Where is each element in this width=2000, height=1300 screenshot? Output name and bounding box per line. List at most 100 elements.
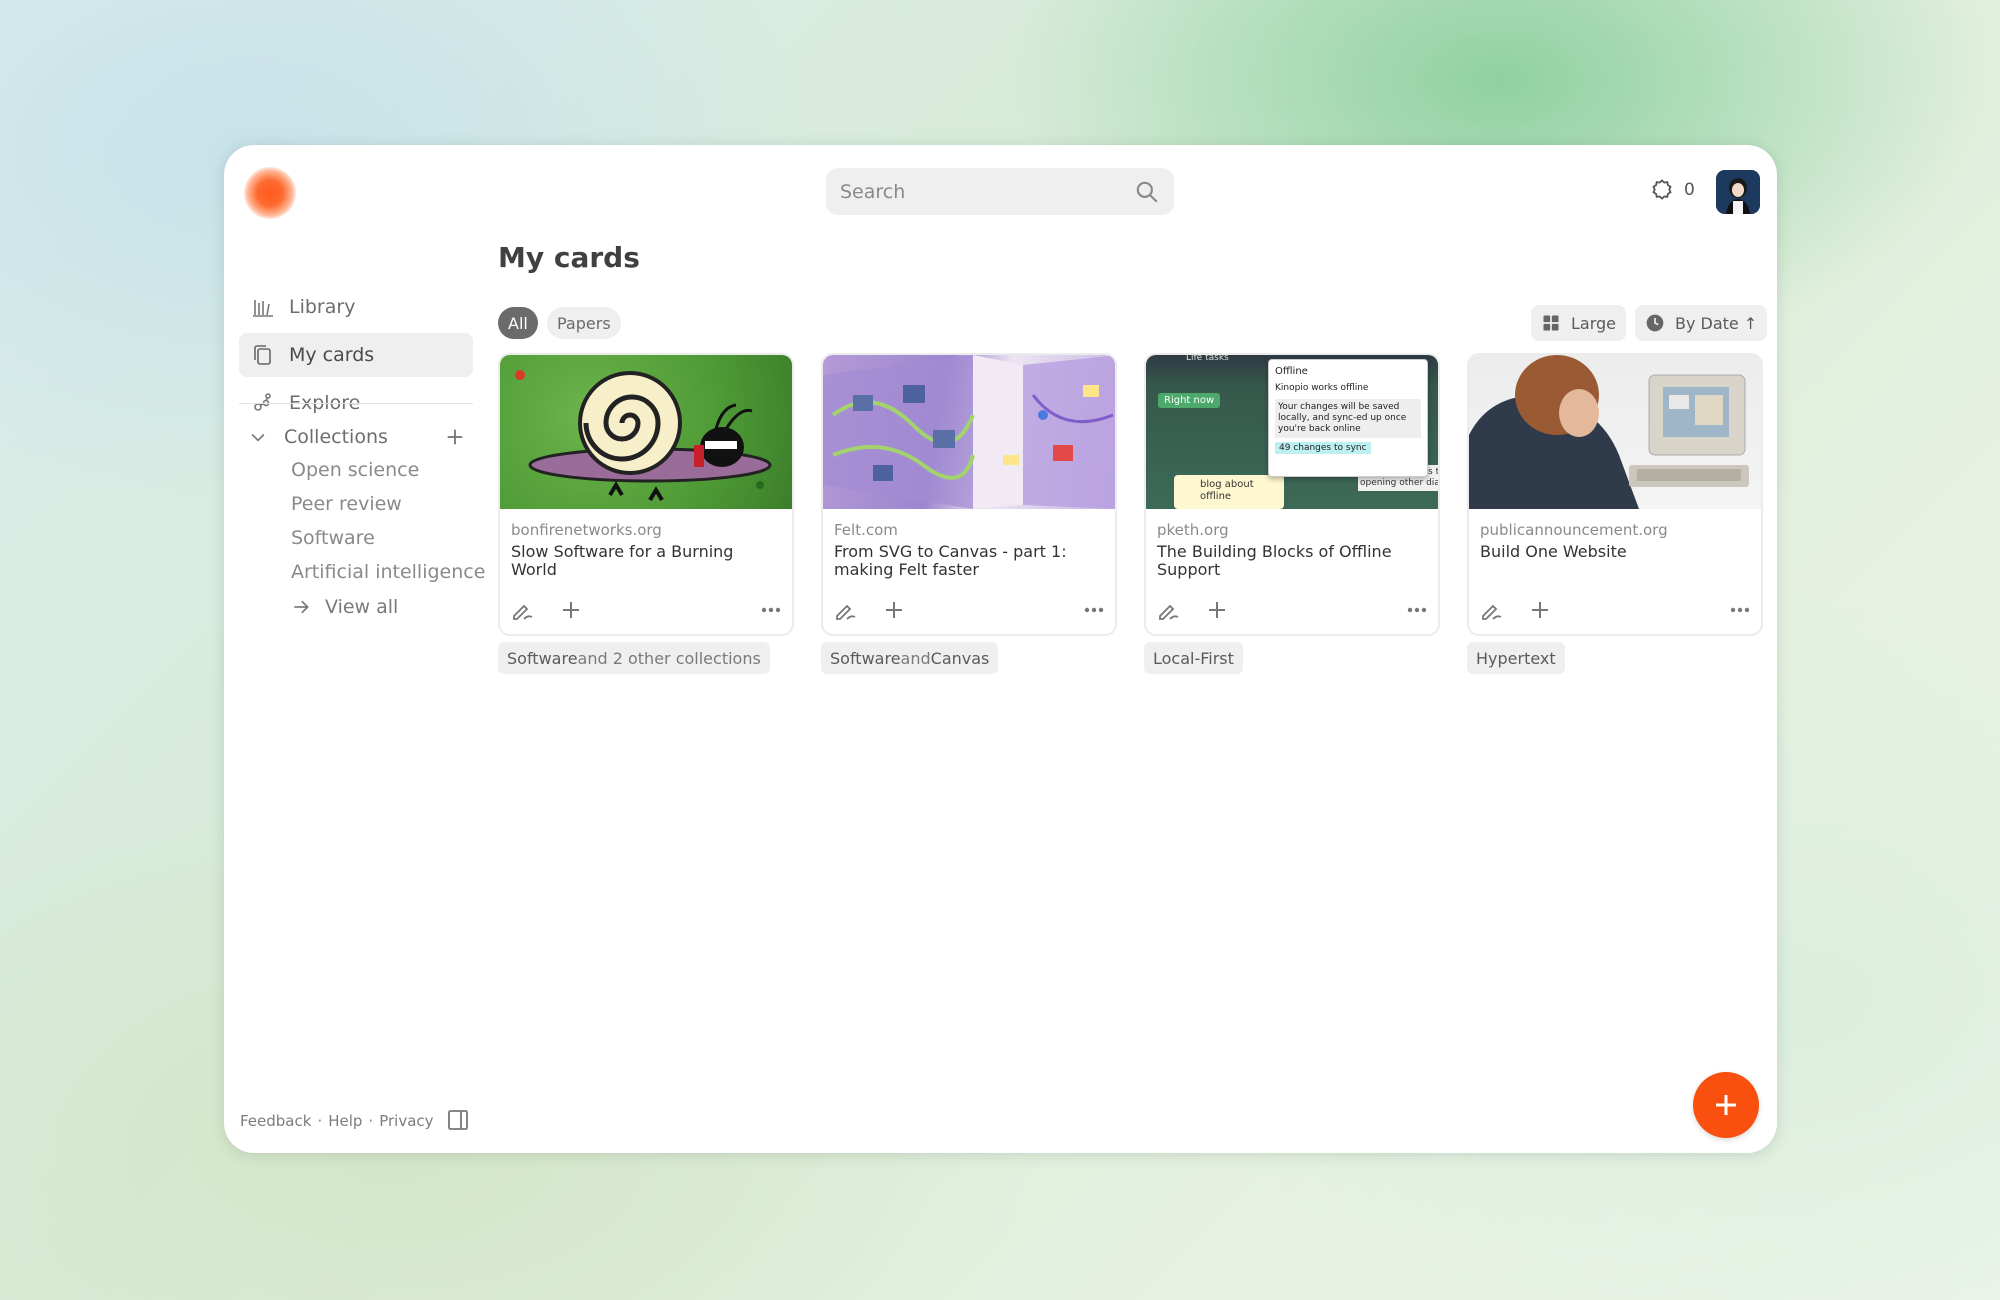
more-icon[interactable] (1404, 597, 1430, 623)
card-item[interactable]: Right now Life tasks blog about offline … (1144, 353, 1440, 636)
view-all-label: View all (325, 596, 399, 618)
notifications-button[interactable]: 0 (1650, 178, 1695, 202)
tag-primary: Software (830, 648, 901, 668)
card-collections-tag[interactable]: Software and Canvas (821, 642, 999, 674)
view-size-button[interactable]: Large (1531, 305, 1627, 341)
search-input[interactable] (840, 180, 1134, 203)
tag-primary: Hypertext (1476, 648, 1556, 668)
card-actions (510, 595, 784, 625)
card-title: From SVG to Canvas - part 1: making Felt… (834, 542, 1067, 579)
card-collections-tag[interactable]: Local-First (1144, 642, 1243, 674)
collection-item[interactable]: Software (291, 527, 375, 549)
more-icon[interactable] (1081, 597, 1107, 623)
annotate-icon[interactable] (833, 597, 859, 623)
cards-icon (254, 345, 271, 365)
chevron-down-icon[interactable] (248, 427, 268, 447)
app-logo[interactable] (244, 167, 296, 219)
clock-icon (1646, 314, 1664, 332)
map-illustration (823, 355, 1115, 509)
card-domain: publicannouncement.org (1480, 521, 1668, 539)
toggle-sidebar-icon[interactable] (446, 1108, 470, 1132)
card-actions (1156, 595, 1430, 625)
card-collections-tag[interactable]: Hypertext (1467, 642, 1565, 674)
card-title: The Building Blocks of Offline Support (1157, 542, 1392, 579)
card-item[interactable]: Felt.com From SVG to Canvas - part 1: ma… (821, 353, 1117, 636)
annotate-icon[interactable] (510, 597, 536, 623)
offline-popup: Offline Kinopio works offline Your chang… (1268, 359, 1428, 477)
avatar[interactable] (1716, 170, 1760, 214)
filter-chip-papers[interactable]: Papers (547, 307, 621, 339)
card-title: Build One Website (1480, 542, 1627, 561)
add-icon[interactable] (558, 597, 584, 623)
sidebar-item-my-cards[interactable]: My cards (239, 333, 473, 377)
feedback-link[interactable]: Feedback (240, 1112, 311, 1130)
view-all-link[interactable]: View all (291, 596, 398, 618)
card-collections-tag[interactable]: Software and 2 other collections (498, 642, 770, 674)
more-icon[interactable] (758, 597, 784, 623)
page-title: My cards (498, 241, 640, 274)
add-icon[interactable] (881, 597, 907, 623)
snail-illustration (515, 370, 772, 502)
privacy-link[interactable]: Privacy (379, 1112, 433, 1130)
sidebar-divider (239, 403, 473, 404)
popup-subtitle: Kinopio works offline (1275, 383, 1369, 393)
life-tasks-label: Life tasks (1186, 355, 1229, 363)
app-window: 0 Library My cards Explore Collections O… (224, 145, 1777, 1153)
avatar-image (1716, 170, 1760, 214)
notification-count: 0 (1684, 180, 1695, 200)
arrow-right-icon (294, 600, 309, 614)
search-icon[interactable] (1134, 179, 1160, 205)
tag-connector: and (900, 648, 931, 668)
card-domain: bonfirenetworks.org (511, 521, 662, 539)
tag-primary: Local-First (1153, 648, 1234, 668)
card-item[interactable]: publicannouncement.org Build One Website (1467, 353, 1763, 636)
card-thumbnail (500, 355, 792, 509)
add-icon[interactable] (1527, 597, 1553, 623)
annotate-icon[interactable] (1156, 597, 1182, 623)
computer-photo (1469, 355, 1749, 509)
add-collection-icon[interactable] (444, 426, 466, 448)
card-thumbnail (823, 355, 1115, 509)
collection-item[interactable]: Artificial intelligence (291, 561, 485, 583)
sidebar-item-label: Library (289, 296, 356, 318)
footer-separator: · (368, 1112, 374, 1130)
search-bar[interactable] (826, 168, 1174, 215)
collection-item[interactable]: Peer review (291, 493, 402, 515)
footer-links: Feedback · Help · Privacy (240, 1112, 434, 1130)
collection-item[interactable]: Open science (291, 459, 419, 481)
card-domain: pketh.org (1157, 521, 1229, 539)
view-size-label: Large (1571, 313, 1617, 333)
badge-icon (1652, 179, 1672, 200)
sort-button[interactable]: By Date ↑ (1635, 305, 1768, 341)
card-item[interactable]: bonfirenetworks.org Slow Software for a … (498, 353, 794, 636)
collections-label: Collections (284, 426, 388, 448)
tag-secondary: Canvas (930, 648, 990, 668)
tag-primary: Software (507, 648, 578, 668)
popup-body: Your changes will be saved locally, and … (1275, 399, 1421, 438)
footer-separator: · (317, 1112, 323, 1130)
card-actions (1479, 595, 1753, 625)
card-domain: Felt.com (834, 521, 898, 539)
sort-label: By Date ↑ (1675, 313, 1758, 333)
add-icon[interactable] (1204, 597, 1230, 623)
filter-chip-all[interactable]: All (498, 307, 538, 339)
popup-badge: 49 changes to sync (1275, 442, 1371, 454)
library-icon (253, 300, 273, 317)
tag-rest: and 2 other collections (577, 648, 761, 668)
more-icon[interactable] (1727, 597, 1753, 623)
sidebar-item-library[interactable]: Library (239, 285, 473, 329)
popup-title: Offline (1275, 366, 1308, 377)
card-title: Slow Software for a Burning World (511, 542, 734, 579)
plus-icon (1716, 1095, 1736, 1115)
card-thumbnail: Right now Life tasks blog about offline … (1146, 355, 1438, 509)
blog-card: blog about offline (1174, 475, 1284, 509)
sidebar-item-label: My cards (289, 344, 375, 366)
collections-header[interactable]: Collections (248, 421, 466, 453)
card-thumbnail (1469, 355, 1761, 509)
grid-icon (1543, 315, 1559, 331)
card-actions (833, 595, 1107, 625)
annotate-icon[interactable] (1479, 597, 1505, 623)
add-card-button[interactable] (1693, 1072, 1759, 1138)
right-now-label: Right now (1158, 393, 1221, 408)
help-link[interactable]: Help (328, 1112, 362, 1130)
